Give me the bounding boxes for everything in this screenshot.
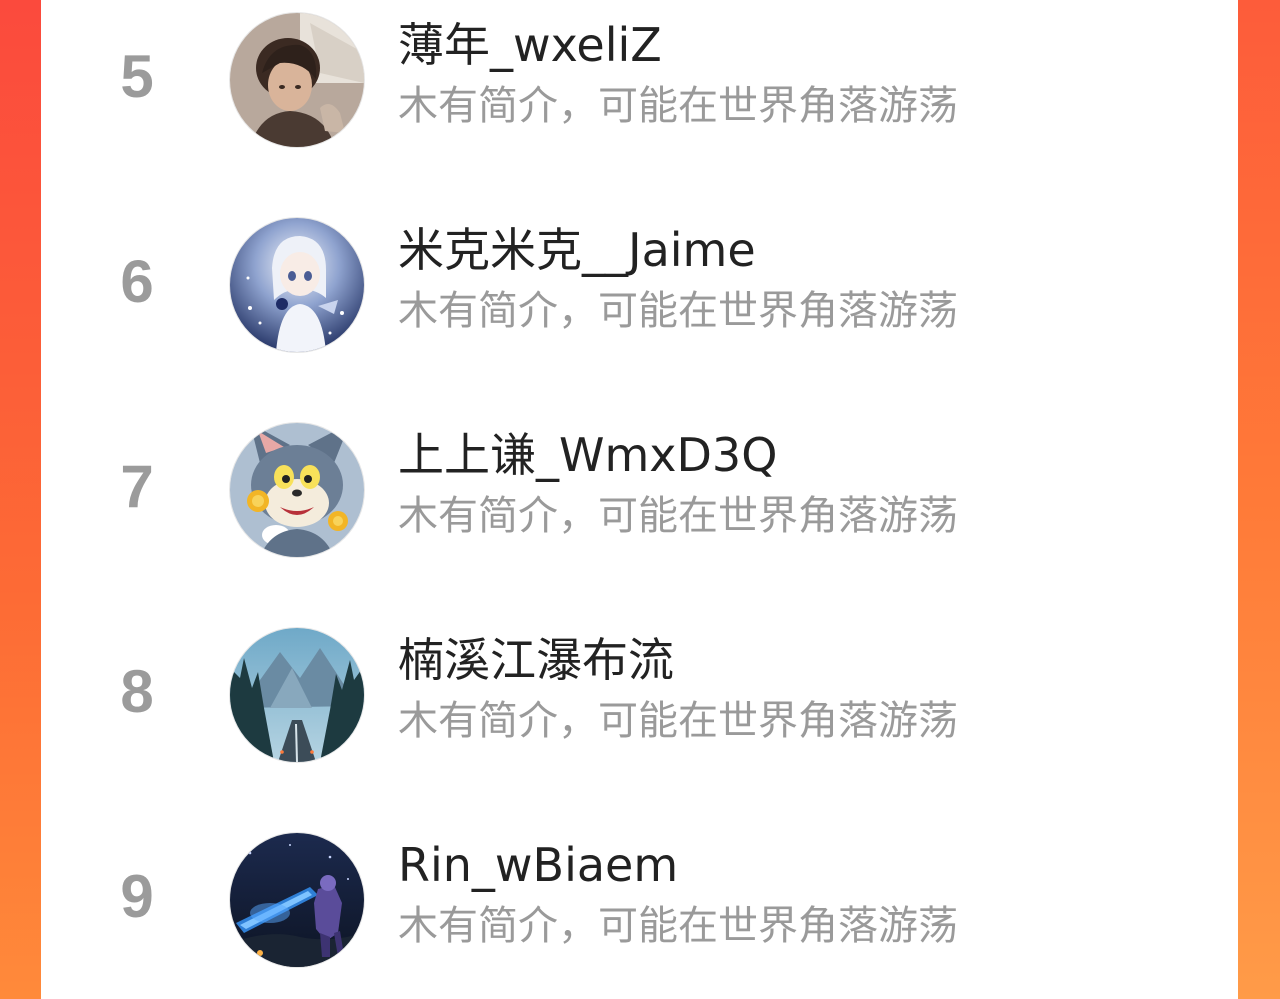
list-item[interactable]: 6 米克米克__Jaime 木有简介，可能在世界角落游荡 bbox=[41, 205, 1238, 365]
right-background-strip bbox=[1238, 0, 1280, 999]
rank-number: 6 bbox=[120, 248, 154, 315]
cartoon-cat-avatar-icon[interactable] bbox=[230, 423, 364, 557]
rank-number: 5 bbox=[120, 43, 154, 110]
user-name[interactable]: 薄年_wxeliZ bbox=[398, 15, 662, 75]
rank-number: 7 bbox=[120, 453, 154, 520]
list-item[interactable]: 5 薄年_wxeliZ 木有简介，可能在世界角落游荡 bbox=[41, 0, 1238, 160]
user-name[interactable]: Rin_wBiaem bbox=[398, 835, 678, 895]
ranking-list-panel: 5 薄年_wxeliZ 木有简介，可能在世界角落游荡 6 米克米克__Jaime… bbox=[41, 0, 1238, 999]
list-item[interactable]: 8 楠溪江瀑布流 木有简介，可能在世界角落游荡 bbox=[41, 615, 1238, 775]
user-name[interactable]: 米克米克__Jaime bbox=[398, 220, 756, 280]
user-bio: 木有简介，可能在世界角落游荡 bbox=[398, 493, 958, 539]
user-name[interactable]: 楠溪江瀑布流 bbox=[398, 630, 674, 690]
mountain-road-avatar-icon[interactable] bbox=[230, 628, 364, 762]
rank-number: 8 bbox=[120, 658, 154, 725]
rank-number: 9 bbox=[120, 863, 154, 930]
user-name[interactable]: 上上谦_WmxD3Q bbox=[398, 425, 777, 485]
game-warrior-avatar-icon[interactable] bbox=[230, 833, 364, 967]
list-item[interactable]: 7 上上谦_WmxD3Q 木有简介，可能在世界角落游荡 bbox=[41, 410, 1238, 570]
user-bio: 木有简介，可能在世界角落游荡 bbox=[398, 903, 958, 949]
user-bio: 木有简介，可能在世界角落游荡 bbox=[398, 83, 958, 129]
portrait-avatar-icon[interactable] bbox=[230, 13, 364, 147]
user-bio: 木有简介，可能在世界角落游荡 bbox=[398, 288, 958, 334]
user-bio: 木有简介，可能在世界角落游荡 bbox=[398, 698, 958, 744]
anime-girl-avatar-icon[interactable] bbox=[230, 218, 364, 352]
list-item[interactable]: 9 Rin_wBiaem 木有简介，可能在世界角落游荡 bbox=[41, 820, 1238, 980]
